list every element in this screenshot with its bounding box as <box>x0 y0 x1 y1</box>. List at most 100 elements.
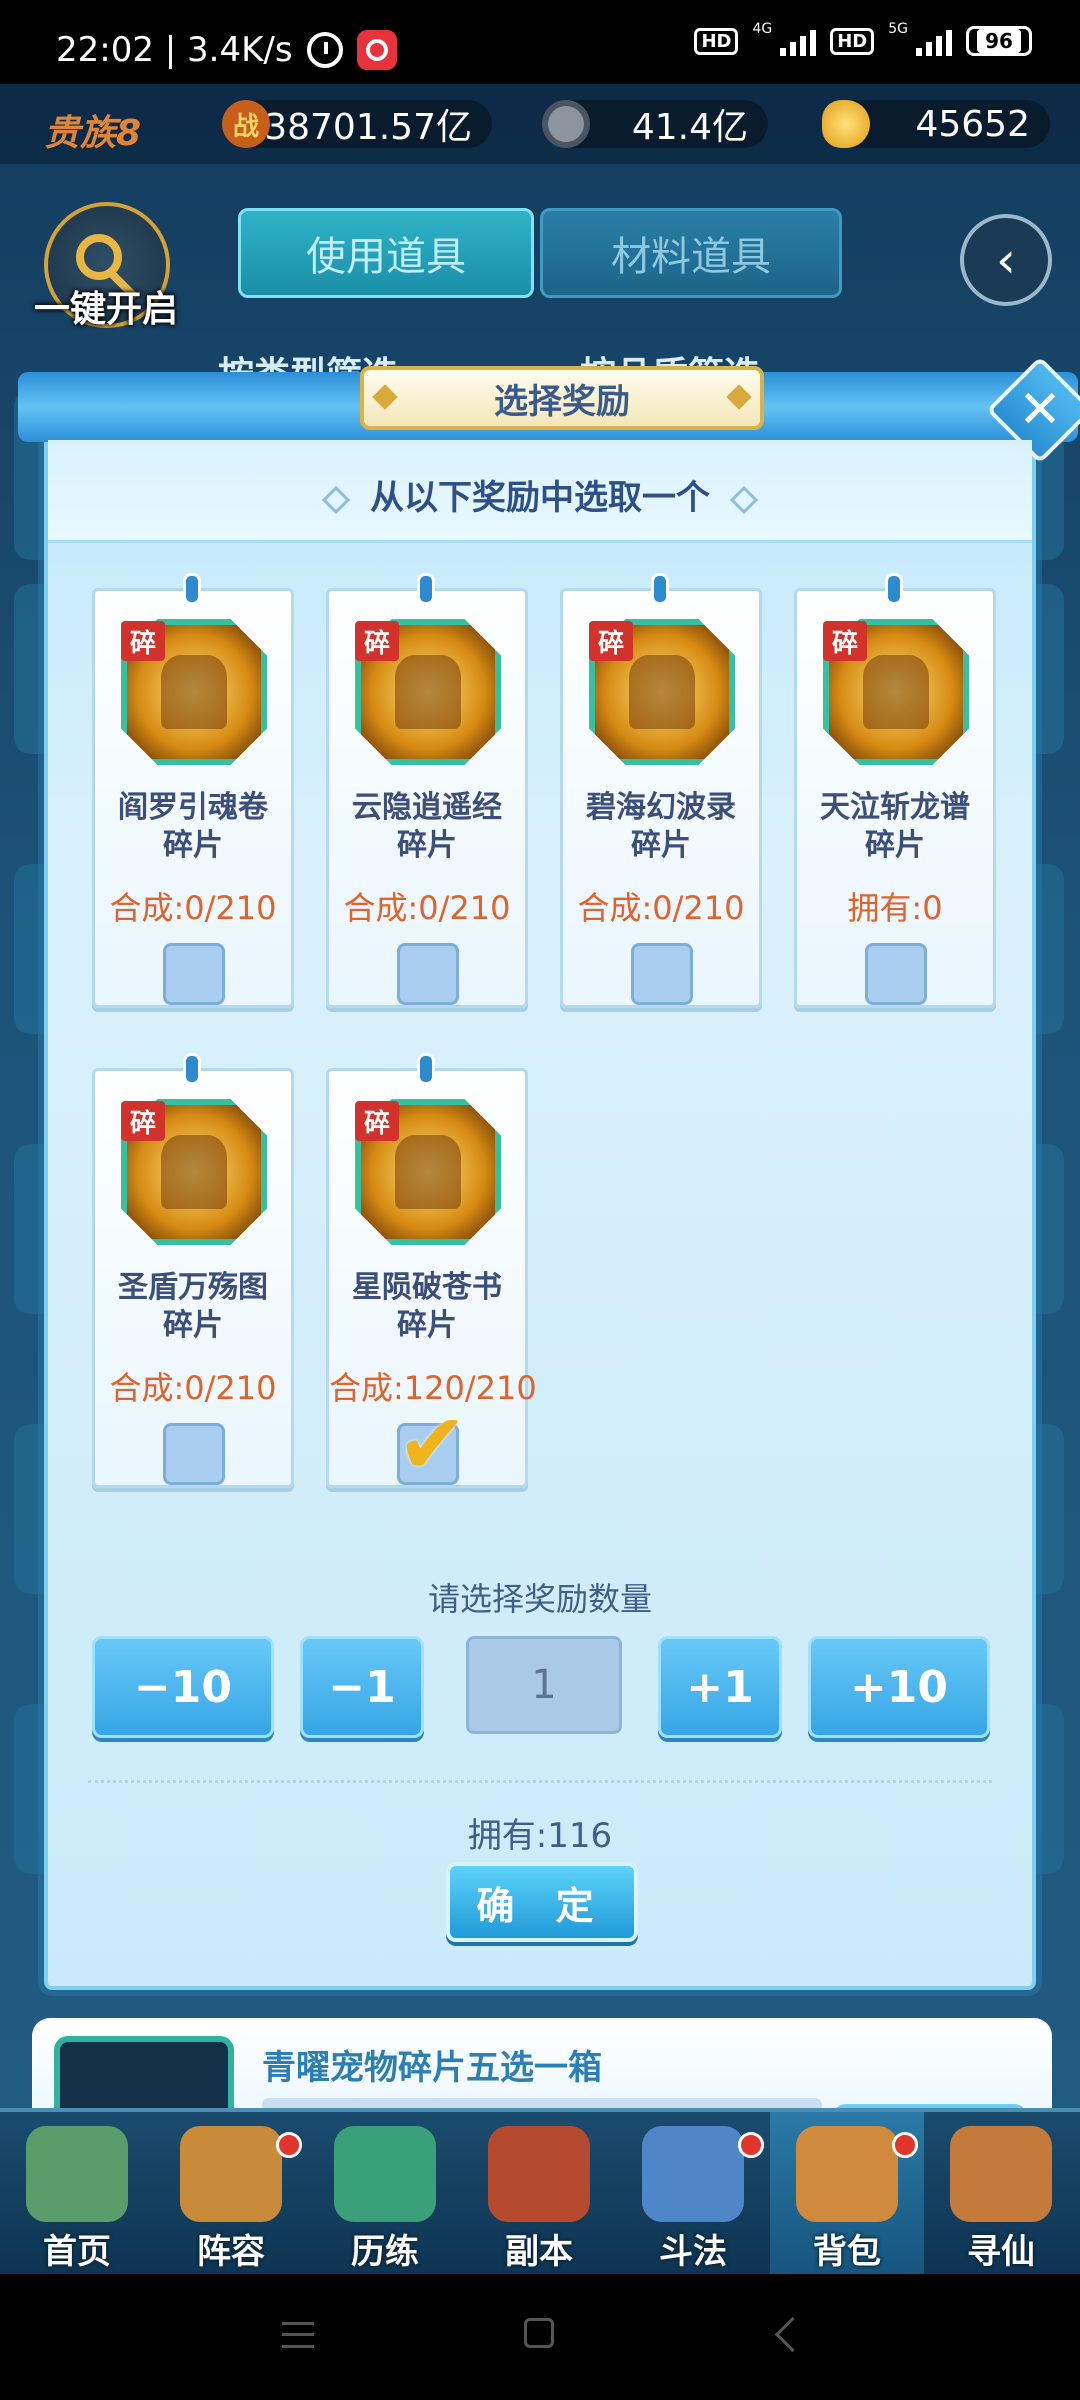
quantity-label: 请选择奖励数量 <box>427 1580 652 1618</box>
tab-use-items[interactable]: 使用道具 <box>238 208 534 298</box>
minus-1-button[interactable]: −1 <box>300 1636 424 1738</box>
pin-icon <box>885 573 903 605</box>
fragment-badge: 碎 <box>355 1101 399 1141</box>
back-button[interactable]: ‹ <box>960 214 1052 306</box>
coin-value: 41.4亿 <box>631 107 748 148</box>
one-key-open-label[interactable]: 一键开启 <box>34 280 178 332</box>
dialog-subtitle: 从以下奖励中选取一个 <box>48 470 1032 519</box>
fragment-badge: 碎 <box>355 621 399 661</box>
select-reward-dialog: 选择奖励 ✕ 从以下奖励中选取一个 碎 阎罗引魂卷 碎片 合成:0/210 碎 云… <box>18 356 1080 1990</box>
nav-backpack[interactable]: 背包 <box>770 2112 924 2278</box>
nav-label: 背包 <box>813 2232 881 2272</box>
fragment-badge: 碎 <box>823 621 867 661</box>
diamond-icon <box>321 485 351 514</box>
alarm-icon <box>306 32 343 68</box>
nav-label: 阵容 <box>197 2232 265 2272</box>
pin-icon <box>417 573 435 605</box>
cards-icon <box>180 2126 282 2222</box>
scroll-icon <box>950 2126 1052 2222</box>
notification-dot <box>738 2132 764 2158</box>
app-notification-icon <box>356 30 397 70</box>
quantity-input[interactable] <box>466 1636 622 1734</box>
subtitle-text: 从以下奖励中选取一个 <box>370 478 710 518</box>
pin-icon <box>183 1053 201 1085</box>
nav-battle[interactable]: 斗法 <box>616 2112 770 2278</box>
card-progress: 合成:0/210 <box>109 1369 277 1407</box>
sword-icon <box>642 2126 744 2222</box>
gate-icon <box>488 2126 590 2222</box>
checkmark-icon: ✔ <box>397 1395 468 1493</box>
gourd-icon <box>334 2126 436 2222</box>
reward-card[interactable]: 碎 阎罗引魂卷 碎片 合成:0/210 <box>92 573 294 1008</box>
menu-icon[interactable] <box>282 2322 314 2348</box>
ingot-icon <box>822 100 870 148</box>
network-type-2: 5G <box>888 21 908 37</box>
tab-material-items[interactable]: 材料道具 <box>540 208 842 298</box>
nav-label: 首页 <box>43 2232 111 2272</box>
reward-card-selected[interactable]: 碎 星陨破苍书 碎片 合成:120/210 ✔ <box>326 1053 537 1493</box>
network-type-1: 4G <box>752 21 773 37</box>
nav-training[interactable]: 历练 <box>308 2112 462 2278</box>
card-progress: 合成:0/210 <box>109 889 277 927</box>
hd-badge-2: HD <box>830 27 875 55</box>
reward-card[interactable]: 碎 碧海幻波录 碎片 合成:0/210 <box>560 573 762 1008</box>
confirm-button[interactable]: 确 定 <box>446 1862 638 1942</box>
power-icon: 战 <box>222 100 270 148</box>
home-icon[interactable] <box>524 2318 554 2348</box>
close-icon: ✕ <box>1018 380 1062 440</box>
status-time: 22:02 | 3.4K/s <box>56 30 293 70</box>
battery-level: 96 <box>977 29 1021 53</box>
status-left: 22:02 | 3.4K/s <box>56 30 397 70</box>
pin-icon <box>183 573 201 605</box>
plus-1-button[interactable]: +1 <box>658 1636 782 1738</box>
card-owned: 拥有:0 <box>847 889 943 927</box>
nav-lineup[interactable]: 阵容 <box>154 2112 308 2278</box>
pin-icon <box>417 1053 435 1085</box>
card-name: 星陨破苍书 碎片 <box>352 1270 502 1343</box>
card-name: 天泣斩龙谱 碎片 <box>820 790 970 863</box>
bottom-nav: 首页 阵容 历练 副本 斗法 背包 寻仙 <box>0 2108 1080 2278</box>
coin-display[interactable]: 41.4亿 <box>542 100 768 148</box>
select-checkbox[interactable] <box>397 943 459 1005</box>
chevron-left-icon: ‹ <box>996 231 1016 289</box>
mountain-icon <box>26 2126 128 2222</box>
list-item-title: 青曜宠物碎片五选一箱 <box>262 2048 602 2088</box>
signal-icon-1 <box>780 26 817 56</box>
select-checkbox[interactable] <box>631 943 693 1005</box>
ingot-display[interactable]: 45652 <box>822 100 1050 148</box>
plus-10-button[interactable]: +10 <box>808 1636 990 1738</box>
nav-seek-immortal[interactable]: 寻仙 <box>924 2112 1080 2278</box>
power-display: 战 38701.57亿 <box>222 100 492 148</box>
reward-card[interactable]: 碎 圣盾万殇图 碎片 合成:0/210 <box>92 1053 294 1488</box>
card-progress: 合成:0/210 <box>343 889 511 927</box>
reward-card[interactable]: 碎 天泣斩龙谱 碎片 拥有:0 <box>794 573 996 1008</box>
select-checkbox[interactable] <box>163 943 225 1005</box>
nav-label: 寻仙 <box>967 2232 1035 2272</box>
card-name: 云隐逍遥经 碎片 <box>352 790 502 863</box>
nav-home[interactable]: 首页 <box>0 2112 154 2278</box>
notification-dot <box>276 2132 302 2158</box>
pin-icon <box>651 573 669 605</box>
nav-label: 副本 <box>505 2232 573 2272</box>
coin-icon <box>542 100 590 148</box>
card-name: 圣盾万殇图 碎片 <box>118 1270 268 1343</box>
back-icon[interactable] <box>774 2316 811 2353</box>
select-checkbox[interactable] <box>163 1423 225 1485</box>
nav-dungeon[interactable]: 副本 <box>462 2112 616 2278</box>
owned-count: 拥有:116 <box>467 1816 613 1856</box>
reward-card[interactable]: 碎 云隐逍遥经 碎片 合成:0/210 <box>326 573 528 1008</box>
system-nav-bar <box>0 2274 1080 2400</box>
battery-icon: 96 <box>966 26 1032 56</box>
fragment-badge: 碎 <box>121 1101 165 1141</box>
minus-10-button[interactable]: −10 <box>92 1636 274 1738</box>
card-name: 阎罗引魂卷 碎片 <box>118 790 268 863</box>
noble-level[interactable]: 贵族8 <box>44 104 141 156</box>
signal-icon-2 <box>916 26 952 56</box>
divider <box>88 1780 992 1783</box>
select-checkbox[interactable] <box>865 943 927 1005</box>
nav-label: 历练 <box>351 2232 419 2272</box>
fragment-badge: 碎 <box>121 621 165 661</box>
status-bar: 22:02 | 3.4K/s HD 4G HD 5G 96 <box>0 0 1080 84</box>
dialog-title: 选择奖励 <box>360 366 764 430</box>
backpack-icon <box>796 2126 898 2222</box>
